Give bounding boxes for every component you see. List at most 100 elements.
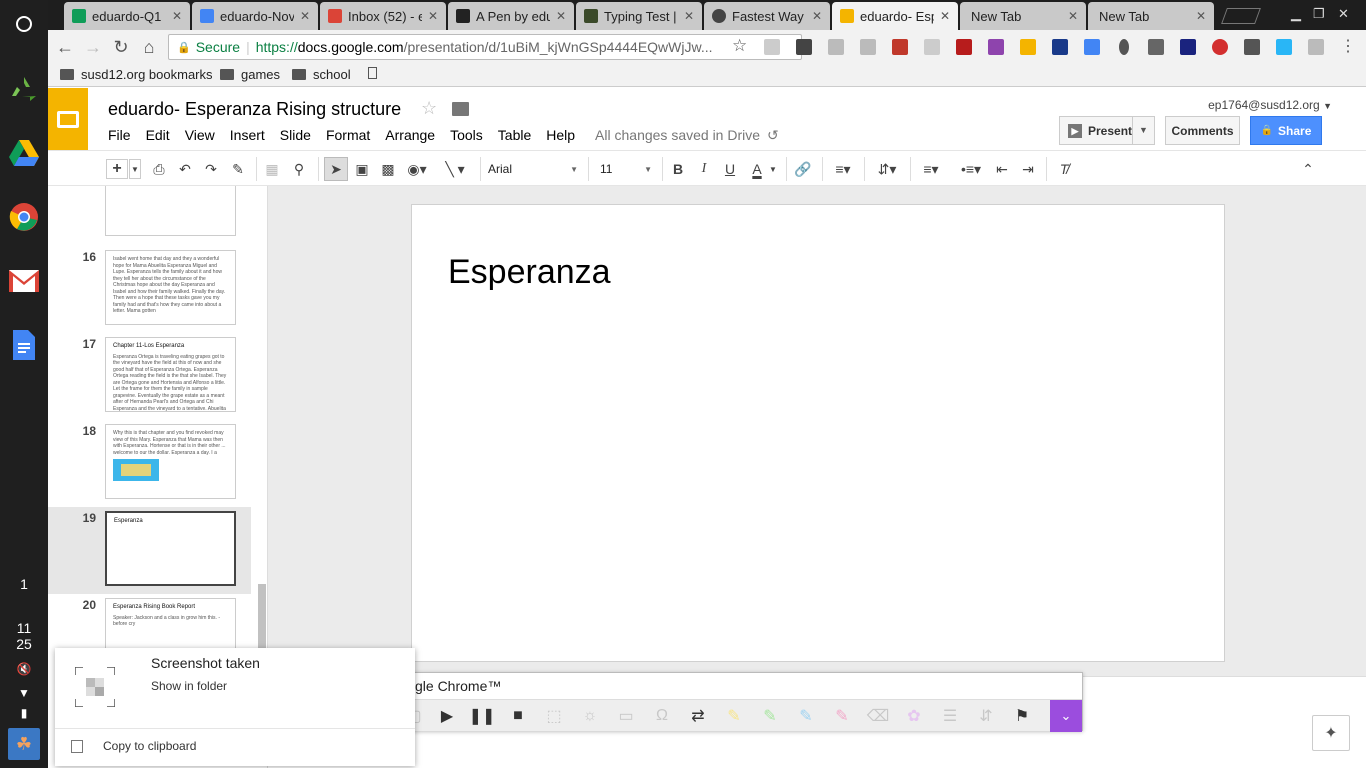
line-icon[interactable]: ╲ ▾ <box>440 159 470 179</box>
pencil-extension-icon[interactable] <box>1020 39 1036 55</box>
paint-format-icon[interactable]: ✎ <box>228 159 248 179</box>
link-icon[interactable]: 🔗 <box>792 159 814 179</box>
recycle-extension-icon[interactable] <box>1148 39 1164 55</box>
tab-8[interactable]: New Tab ✕ <box>1088 2 1214 30</box>
slide-thumbnail[interactable]: Why this is that chapter and you find re… <box>105 424 236 499</box>
collapse-chevron-icon[interactable]: ⌄ <box>1050 700 1082 732</box>
new-tab-button[interactable] <box>1221 8 1261 24</box>
puzzle-extension-icon[interactable] <box>988 39 1004 55</box>
user-avatar[interactable]: ☘ <box>8 728 40 760</box>
revision-history-icon[interactable]: ↺ <box>767 127 779 144</box>
window-close-icon[interactable]: ✕ <box>1338 6 1349 22</box>
wifi-icon[interactable]: ▼ <box>0 686 48 700</box>
close-icon[interactable]: ✕ <box>556 9 566 23</box>
clock-minute[interactable]: 25 <box>0 636 48 652</box>
close-icon[interactable]: ✕ <box>428 9 438 23</box>
print-icon[interactable]: ⎙ <box>149 159 169 179</box>
home-icon[interactable]: ⌂ <box>138 36 160 58</box>
filmstrip-slide-16[interactable]: 16 Isabel went home that day and they a … <box>48 246 251 333</box>
drop-extension-icon[interactable] <box>1180 39 1196 55</box>
menu-table[interactable]: Table <box>498 127 531 144</box>
s-extension-icon[interactable] <box>956 39 972 55</box>
tab-3[interactable]: A Pen by edu ✕ <box>448 2 574 30</box>
tab-0[interactable]: eduardo-Q1 ✕ <box>64 2 190 30</box>
tab-7[interactable]: New Tab ✕ <box>960 2 1086 30</box>
menu-format[interactable]: Format <box>326 127 370 144</box>
stop-icon[interactable]: ■ <box>507 706 529 726</box>
close-icon[interactable]: ✕ <box>1068 9 1078 23</box>
bookmark-games[interactable]: games <box>220 67 280 82</box>
tab-4[interactable]: Typing Test | ✕ <box>576 2 702 30</box>
menu-file[interactable]: File <box>108 127 131 144</box>
image-icon[interactable]: ▩ <box>378 159 398 179</box>
google-docs-app-icon[interactable] <box>8 329 40 361</box>
shape-icon[interactable]: ◉▾ <box>404 159 430 179</box>
highlighter-blue-icon[interactable]: ✎ <box>795 706 817 726</box>
c-extension-icon[interactable] <box>796 39 812 55</box>
font-size-select[interactable]: 11 ▼ <box>600 159 652 179</box>
google-drive-app-icon[interactable] <box>8 137 40 169</box>
align-icon[interactable]: ≡▾ <box>828 159 858 179</box>
present-button[interactable]: ▶ Present ▼ <box>1059 116 1155 145</box>
c-gray-extension-icon[interactable] <box>860 39 876 55</box>
list-icon[interactable]: ☰ <box>939 706 961 726</box>
eraser-icon[interactable]: ⌫ <box>867 706 890 726</box>
clear-formatting-icon[interactable]: T̸ <box>1054 159 1074 179</box>
adblock-plus-icon[interactable] <box>1212 39 1228 55</box>
reader-icon[interactable]: ⚑ <box>1011 706 1033 726</box>
star-icon[interactable]: ☆ <box>421 98 437 119</box>
battery-icon[interactable]: ▮ <box>0 706 48 720</box>
new-extension-icon[interactable] <box>1052 39 1068 55</box>
flag-extension-icon[interactable] <box>924 39 940 55</box>
collapse-toolbar-icon[interactable]: ⌃ <box>1298 159 1318 179</box>
text-color-icon[interactable]: A <box>746 159 768 179</box>
slides-logo-icon[interactable] <box>48 88 88 150</box>
filmstrip-slide-19[interactable]: 19 Esperanza <box>48 507 251 594</box>
increase-indent-icon[interactable]: ⇥ <box>1018 159 1038 179</box>
text-color-dropdown-icon[interactable]: ▼ <box>768 159 778 179</box>
line-spacing-icon[interactable]: ⇵▾ <box>870 159 904 179</box>
speak-icon[interactable]: ☼ <box>579 706 601 726</box>
filmstrip-slide-15[interactable] <box>48 186 251 246</box>
chrome-app-icon[interactable] <box>8 201 40 233</box>
close-icon[interactable]: ✕ <box>684 9 694 23</box>
menu-edit[interactable]: Edit <box>146 127 170 144</box>
current-slide[interactable]: Esperanza <box>411 204 1225 662</box>
menu-arrange[interactable]: Arrange <box>385 127 435 144</box>
menu-view[interactable]: View <box>185 127 215 144</box>
highlighter-green-icon[interactable]: ✎ <box>759 706 781 726</box>
microphone-icon[interactable] <box>1119 39 1129 55</box>
menu-help[interactable]: Help <box>546 127 575 144</box>
new-slide-button[interactable]: + <box>106 159 128 179</box>
minimize-icon[interactable]: ▁ <box>1291 6 1301 22</box>
menu-icon[interactable]: ⋮ <box>1340 36 1356 56</box>
bold-icon[interactable]: B <box>668 159 688 179</box>
close-icon[interactable]: ✕ <box>172 9 182 23</box>
highlighter-pink-icon[interactable]: ✎ <box>831 706 853 726</box>
reload-icon[interactable]: ↻ <box>110 36 132 58</box>
tab-1[interactable]: eduardo-Nov ✕ <box>192 2 318 30</box>
bookmark-susd12[interactable]: susd12.org bookmarks <box>60 67 213 82</box>
italic-icon[interactable]: I <box>694 159 714 179</box>
text-box-icon[interactable]: ▣ <box>352 159 372 179</box>
book-extension-icon[interactable] <box>892 39 908 55</box>
launcher-button[interactable] <box>8 8 40 40</box>
pause-icon[interactable]: ❚❚ <box>469 706 496 726</box>
window-extension-icon[interactable] <box>1308 39 1324 55</box>
color-wheel-icon[interactable]: ✿ <box>903 706 925 726</box>
back-arrow-icon[interactable]: ← <box>54 36 76 58</box>
menu-insert[interactable]: Insert <box>230 127 265 144</box>
close-icon[interactable]: ✕ <box>940 9 950 23</box>
gmail-app-icon[interactable] <box>8 265 40 297</box>
tab-6[interactable]: eduardo- Esp ✕ <box>832 2 958 30</box>
tab-2[interactable]: Inbox (52) - e ✕ <box>320 2 446 30</box>
copy-to-clipboard-button[interactable]: Copy to clipboard <box>103 739 196 753</box>
bookmark-school[interactable]: school <box>292 67 351 82</box>
filmstrip-slide-18[interactable]: 18 Why this is that chapter and you find… <box>48 420 251 507</box>
save-status[interactable]: All changes saved in Drive <box>595 127 760 144</box>
underline-icon[interactable]: U <box>720 159 740 179</box>
menu-tools[interactable]: Tools <box>450 127 483 144</box>
select-cursor-icon[interactable]: ➤ <box>324 157 348 181</box>
show-in-folder-link[interactable]: Show in folder <box>151 679 227 693</box>
cube-extension-icon[interactable] <box>1084 39 1100 55</box>
